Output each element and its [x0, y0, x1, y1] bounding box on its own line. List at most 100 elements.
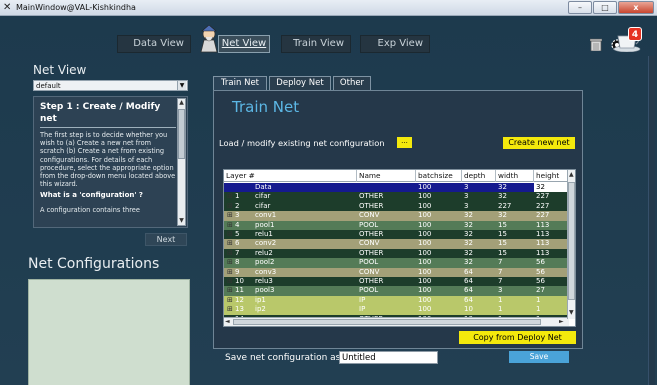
table-row[interactable]: ⊞ 10 relu3 OTHER 100 64 7 56 [224, 277, 569, 287]
row-layer-type: OTHER [359, 248, 384, 257]
row-expand-icon[interactable]: ⊞ [225, 230, 233, 239]
row-depth: 32 [464, 239, 473, 248]
scroll-down-icon[interactable]: ▼ [178, 217, 185, 225]
notification-badge[interactable]: 4 [628, 27, 642, 41]
table-row[interactable]: ⊞ 7 relu2 OTHER 100 32 15 113 [224, 248, 569, 259]
net-view-selector-value: default [36, 82, 61, 90]
row-depth: 32 [464, 230, 473, 238]
close-button[interactable]: x [618, 1, 654, 14]
table-row[interactable]: ⊞ 5 relu1 OTHER 100 32 15 113 [224, 230, 569, 240]
tab-train-net[interactable]: Train Net [213, 76, 267, 90]
app-canvas: Data View Net View Train View Exp View 4… [0, 16, 657, 385]
save-button[interactable]: Save [509, 351, 569, 363]
row-layer-number: 9 [235, 267, 240, 276]
row-expand-icon[interactable]: ⊞ [225, 249, 233, 258]
exp-view-button[interactable]: Exp View [360, 35, 430, 53]
table-row[interactable]: ⊞ 11 pool3 POOL 100 64 3 27 [224, 286, 569, 296]
wizard-scroll-thumb[interactable] [178, 109, 185, 159]
window-title: MainWindow@VAL-Kishkindha [16, 3, 136, 12]
table-row[interactable]: ⊞ 9 conv3 CONV 100 64 7 56 [224, 267, 569, 277]
table-scroll-up-icon[interactable]: ▲ [569, 171, 574, 179]
row-expand-icon[interactable]: ⊞ [225, 305, 233, 314]
row-expand-icon[interactable]: ⊞ [225, 239, 233, 248]
layer-table[interactable]: Layer # Name batchsize depth width height Dat… [223, 169, 576, 327]
row-layer-type [357, 183, 416, 192]
row-expand-icon[interactable]: ⊞ [225, 268, 233, 277]
row-expand-icon[interactable]: ⊞ [225, 192, 233, 201]
net-view-button[interactable]: Net View [218, 35, 270, 53]
data-view-button[interactable]: Data View [117, 35, 191, 53]
minimize-button[interactable]: – [568, 1, 592, 14]
row-layer-number: 6 [235, 239, 240, 248]
row-expand-icon[interactable]: ⊞ [225, 277, 233, 286]
tab-other[interactable]: Other [333, 76, 371, 90]
tab-deploy-net[interactable]: Deploy Net [269, 76, 331, 90]
table-row[interactable]: ⊞ 2 cifar OTHER 100 3 227 227 [224, 201, 569, 212]
row-expand-icon[interactable]: ⊞ [225, 221, 233, 230]
train-view-button[interactable]: Train View [281, 35, 351, 53]
row-width: 7 [498, 267, 503, 276]
panel-title: Train Net [232, 98, 300, 116]
row-height: 1 [536, 295, 541, 304]
column-header[interactable]: width [496, 170, 534, 182]
row-batchsize: 100 [418, 267, 432, 276]
table-header: Layer # Name batchsize depth width height [224, 170, 569, 182]
table-row[interactable]: ⊞ 3 conv1 CONV 100 32 32 227 [224, 211, 569, 221]
row-batchsize: 100 [418, 305, 432, 314]
net-view-heading: Net View [33, 63, 87, 77]
table-row[interactable]: ⊞ 6 conv2 CONV 100 32 15 113 [224, 239, 569, 249]
row-expand-icon[interactable]: ⊞ [225, 202, 233, 211]
chevron-down-icon[interactable]: ▼ [177, 81, 186, 90]
column-header[interactable]: batchsize [416, 170, 462, 182]
row-depth: 3 [464, 183, 469, 191]
create-new-net-button[interactable]: Create new net [503, 137, 575, 149]
row-height: 227 [536, 211, 550, 220]
column-header[interactable]: Name [357, 170, 416, 182]
row-batchsize: 100 [418, 286, 432, 295]
row-depth: 10 [464, 305, 473, 314]
table-horizontal-scrollbar[interactable]: ◄ ► [224, 317, 569, 326]
table-row[interactable]: Data 100 3 32 32 [224, 183, 569, 193]
window-vertical-scrollbar[interactable] [648, 56, 655, 385]
net-configurations-list[interactable] [28, 279, 190, 385]
table-row[interactable]: ⊞ 13 ip2 IP 100 10 1 1 [224, 305, 569, 315]
save-config-input[interactable] [339, 351, 438, 364]
table-vertical-scrollbar[interactable]: ▲ ▼ [567, 170, 575, 319]
table-hscroll-thumb[interactable] [233, 319, 541, 325]
row-batchsize: 100 [418, 230, 432, 238]
column-header[interactable]: Layer # [224, 170, 357, 182]
row-expand-icon[interactable]: ⊞ [225, 296, 233, 305]
row-height: 32 [534, 183, 569, 193]
table-row[interactable]: ⊞ 8 pool2 POOL 100 32 7 56 [224, 258, 569, 268]
column-header[interactable]: depth [462, 170, 496, 182]
browse-button[interactable]: ... [397, 137, 412, 148]
row-layer-name: pool3 [255, 286, 275, 295]
row-expand-icon[interactable]: ⊞ [225, 286, 233, 295]
maximize-button[interactable]: □ [593, 1, 617, 14]
row-layer-number [233, 183, 253, 192]
net-view-selector[interactable]: default ▼ [33, 80, 188, 91]
row-expand-icon[interactable] [225, 183, 233, 192]
next-button[interactable]: Next [145, 233, 187, 246]
net-configurations-heading: Net Configurations [28, 256, 160, 272]
row-expand-icon[interactable]: ⊞ [225, 258, 233, 267]
row-expand-icon[interactable]: ⊞ [225, 211, 233, 220]
table-scroll-down-icon[interactable]: ▼ [569, 309, 574, 317]
column-header[interactable]: height [534, 170, 569, 182]
scroll-right-icon[interactable]: ► [559, 318, 564, 326]
scroll-up-icon[interactable]: ▲ [178, 99, 185, 107]
row-width: 15 [498, 248, 507, 257]
row-layer-number: 4 [235, 220, 240, 229]
trash-icon[interactable] [590, 38, 602, 51]
scroll-left-icon[interactable]: ◄ [225, 318, 230, 326]
row-width: 15 [498, 230, 507, 238]
table-row[interactable]: ⊞ 4 pool1 POOL 100 32 15 113 [224, 220, 569, 230]
copy-from-deploy-net-button[interactable]: Copy from Deploy Net [459, 331, 576, 344]
table-vscroll-thumb[interactable] [568, 182, 575, 300]
wizard-scrollbar[interactable]: ▲ ▼ [177, 98, 186, 226]
row-layer-number: 10 [235, 277, 244, 285]
app-x-icon: ✕ [3, 2, 12, 13]
row-layer-type: CONV [359, 239, 380, 248]
table-row[interactable]: ⊞ 12 ip1 IP 100 64 1 1 [224, 295, 569, 306]
table-row[interactable]: ⊞ 1 cifar OTHER 100 3 32 227 [224, 192, 569, 202]
